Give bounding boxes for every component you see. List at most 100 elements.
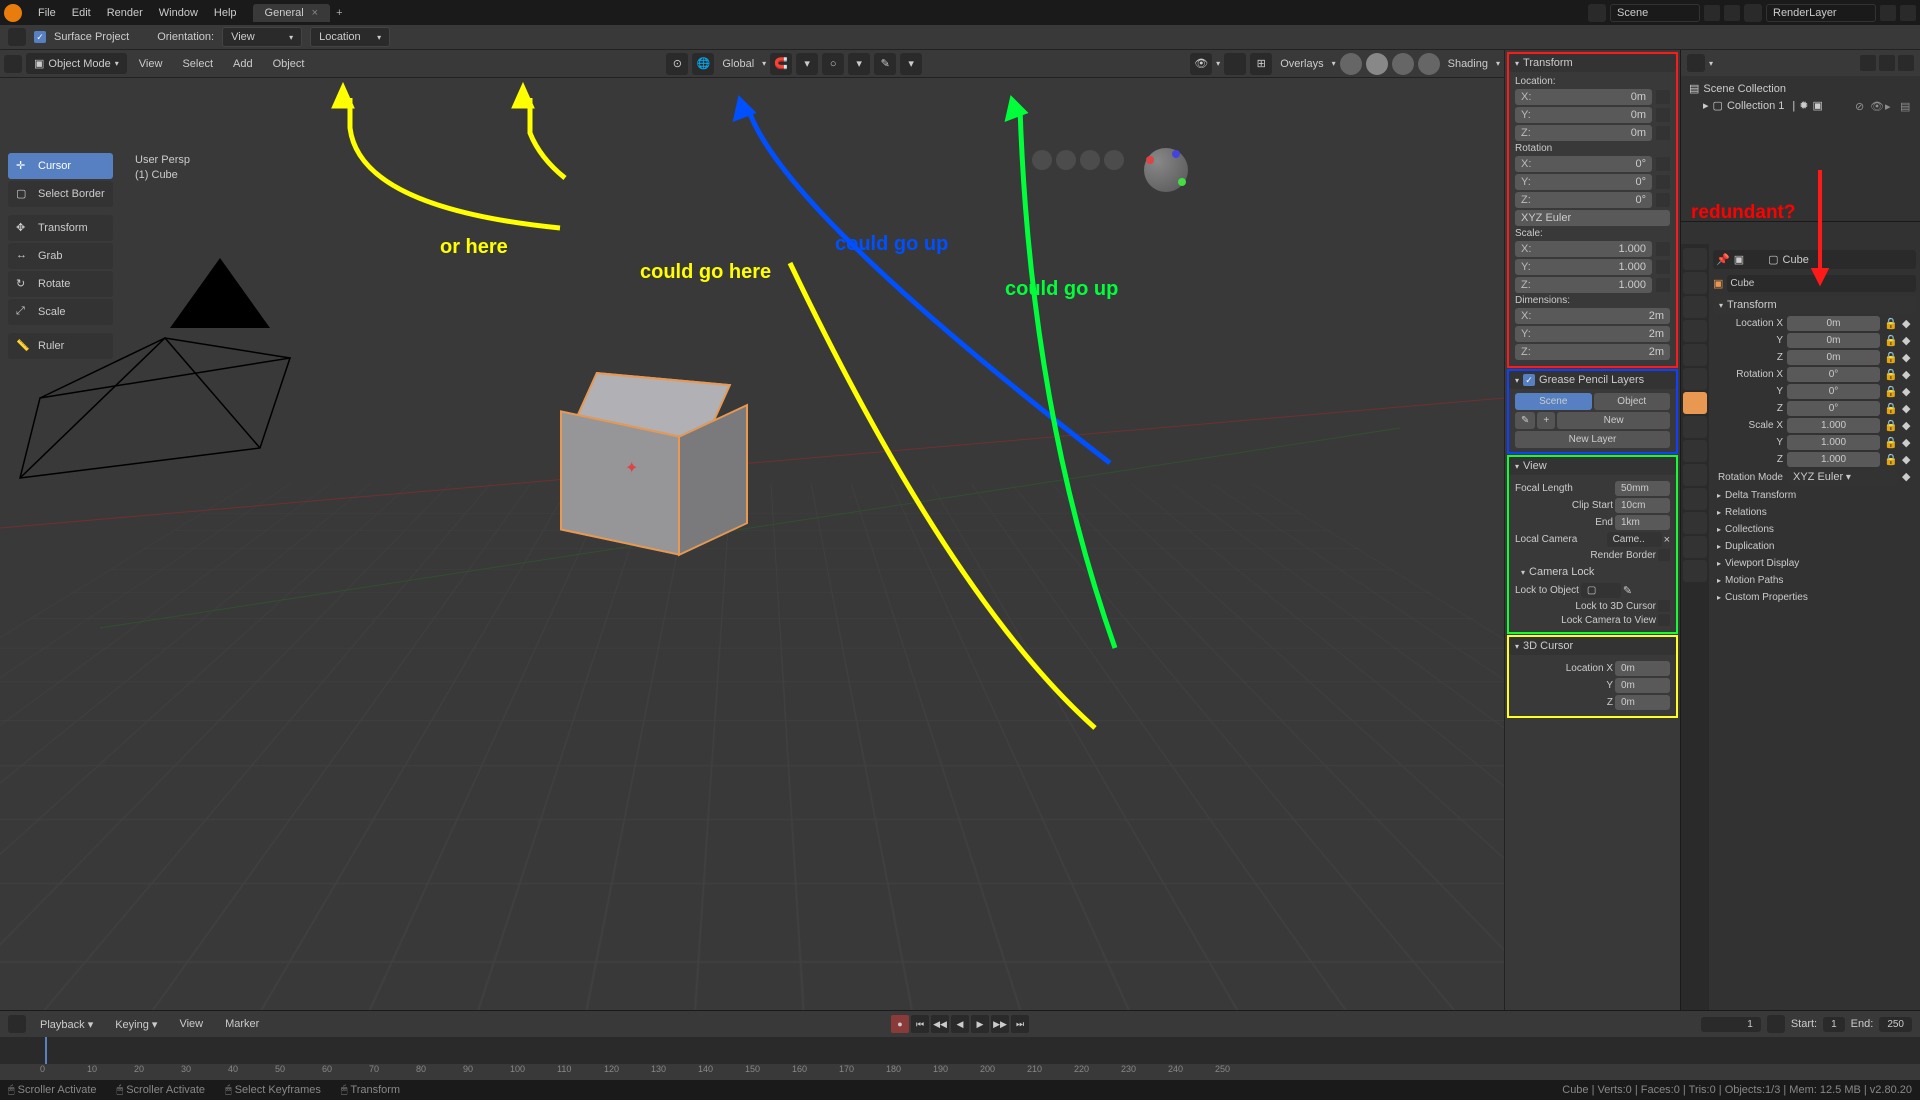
rotation-x[interactable]: X:0° [1515, 156, 1652, 172]
tab-output[interactable] [1683, 272, 1707, 294]
editor-type-icon[interactable] [8, 1015, 26, 1033]
prop-rot-z[interactable]: 0° [1787, 401, 1880, 416]
lock-icon[interactable] [1656, 90, 1670, 104]
grease-panel-header[interactable]: ✓Grease Pencil Layers [1509, 371, 1676, 389]
camera-lock-header[interactable]: Camera Lock [1515, 563, 1670, 581]
tool-rotate[interactable]: ↻Rotate [8, 271, 113, 297]
cursor-panel-header[interactable]: 3D Cursor [1509, 637, 1676, 655]
keyframe-icon[interactable]: ◆ [1902, 334, 1916, 348]
snap-options[interactable]: ▾ [796, 53, 818, 75]
gizmo-move-icon[interactable] [1032, 150, 1052, 170]
lock-cursor-checkbox[interactable] [1658, 600, 1670, 612]
pencil-icon[interactable]: ✎ [1515, 412, 1535, 429]
overlays-toggle[interactable]: ⊞ [1250, 53, 1272, 75]
tool-ruler[interactable]: 📏Ruler [8, 333, 113, 359]
pin-icon[interactable]: 📌 [1716, 253, 1730, 266]
prop-scale-y[interactable]: 1.000 [1787, 435, 1880, 450]
lock-icon[interactable]: 🔒 [1884, 419, 1898, 433]
tab-scene[interactable] [1683, 320, 1707, 342]
tab-constraint[interactable] [1683, 488, 1707, 510]
timeline-view[interactable]: View [171, 1018, 211, 1030]
viewport-menu-object[interactable]: Object [265, 58, 313, 70]
grease-scene-tab[interactable]: Scene [1515, 393, 1592, 410]
grease-object-tab[interactable]: Object [1594, 393, 1671, 410]
autokey-button[interactable]: ● [891, 1015, 909, 1033]
breadcrumb-object[interactable]: Cube [1783, 254, 1809, 266]
outliner-scene-collection[interactable]: ▤ Scene Collection [1685, 80, 1916, 97]
view-panel-header[interactable]: View [1509, 457, 1676, 475]
clear-icon[interactable]: × [1664, 534, 1670, 546]
shading-lookdev[interactable] [1392, 53, 1414, 75]
cursor-y[interactable]: 0m [1615, 678, 1670, 693]
editor-type-icon[interactable] [1687, 54, 1705, 72]
filter-icon[interactable] [1860, 55, 1876, 71]
pivot-icon[interactable]: ⊙ [666, 53, 688, 75]
scene-selector[interactable] [1610, 4, 1700, 22]
delete-scene-button[interactable] [1724, 5, 1740, 21]
tab-viewlayer[interactable] [1683, 296, 1707, 318]
viewport-3d[interactable]: User Persp (1) Cube ✛Cursor ▢Select Bord… [0, 78, 1504, 1010]
lock-icon[interactable] [1656, 278, 1670, 292]
prop-loc-y[interactable]: 0m [1787, 333, 1880, 348]
shading-solid[interactable] [1366, 53, 1388, 75]
jump-start-button[interactable]: ⏮ [911, 1015, 929, 1033]
prev-keyframe-button[interactable]: ◀◀ [931, 1015, 949, 1033]
chevron-down-icon[interactable]: ▾ [1332, 59, 1336, 68]
timeline-marker[interactable]: Marker [217, 1018, 267, 1030]
shading-label[interactable]: Shading [1444, 58, 1492, 70]
lock-icon[interactable] [1656, 126, 1670, 140]
lock-icon[interactable]: 🔒 [1884, 436, 1898, 450]
location-x[interactable]: X:0m [1515, 89, 1652, 105]
scale-x[interactable]: X:1.000 [1515, 241, 1652, 257]
end-frame[interactable]: 250 [1879, 1017, 1912, 1032]
section-collections[interactable]: Collections [1713, 521, 1916, 538]
current-frame[interactable]: 1 [1701, 1017, 1761, 1032]
lock-icon[interactable]: 🔒 [1884, 453, 1898, 467]
rotation-mode-dropdown[interactable]: XYZ Euler ▾ [1787, 469, 1898, 485]
local-camera[interactable]: Came.. [1607, 532, 1662, 547]
new-renderlayer-button[interactable] [1880, 5, 1896, 21]
tab-world[interactable] [1683, 344, 1707, 366]
tool-scale[interactable]: ⤢Scale [8, 299, 113, 325]
tab-texture[interactable] [1683, 560, 1707, 582]
timeline-playback[interactable]: Playback ▾ [32, 1018, 101, 1031]
renderlayer-selector[interactable] [1766, 4, 1876, 22]
proportional-toggle[interactable]: ○ [822, 53, 844, 75]
mode-selector[interactable]: ▣ Object Mode [26, 53, 127, 74]
search-icon[interactable] [1879, 55, 1895, 71]
prop-rot-y[interactable]: 0° [1787, 384, 1880, 399]
section-relations[interactable]: Relations [1713, 504, 1916, 521]
tool-transform[interactable]: ✥Transform [8, 215, 113, 241]
add-layer-button[interactable]: + [1537, 412, 1555, 429]
lock-icon[interactable] [1656, 175, 1670, 189]
shading-wireframe[interactable] [1340, 53, 1362, 75]
disclosure-icon[interactable]: ▸ [1703, 99, 1709, 112]
chevron-down-icon[interactable]: ▾ [762, 59, 766, 68]
timeline-ruler[interactable]: 0102030405060708090100110120130140150160… [0, 1064, 1920, 1080]
keyframe-icon[interactable]: ◆ [1902, 385, 1916, 399]
rotation-y[interactable]: Y:0° [1515, 174, 1652, 190]
gizmo-camera-icon[interactable] [1104, 150, 1124, 170]
start-frame[interactable]: 1 [1823, 1017, 1845, 1032]
cursor-x[interactable]: 0m [1615, 661, 1670, 676]
keyframe-icon[interactable]: ◆ [1902, 402, 1916, 416]
rotation-z[interactable]: Z:0° [1515, 192, 1652, 208]
eyedropper-icon[interactable]: ✎ [1623, 584, 1632, 597]
section-delta-transform[interactable]: Delta Transform [1713, 487, 1916, 504]
object-visibility-icon[interactable]: 👁 [1190, 53, 1212, 75]
grease-new-button[interactable]: New [1557, 412, 1670, 429]
lock-icon[interactable] [1656, 193, 1670, 207]
filter-options-icon[interactable] [1898, 55, 1914, 71]
scale-z[interactable]: Z:1.000 [1515, 277, 1652, 293]
location-y[interactable]: Y:0m [1515, 107, 1652, 123]
clip-end[interactable]: 1km [1615, 515, 1670, 530]
render-border-checkbox[interactable] [1658, 549, 1670, 561]
chevron-down-icon[interactable]: ▾ [1709, 59, 1713, 68]
grease-checkbox[interactable]: ✓ [1523, 374, 1535, 386]
keyframe-icon[interactable]: ◆ [1902, 368, 1916, 382]
clip-start[interactable]: 10cm [1615, 498, 1670, 513]
workspace-tab-general[interactable]: General × [253, 4, 331, 22]
exclude-icon[interactable]: ⊘ [1855, 100, 1867, 112]
gpencil-options[interactable]: ▾ [900, 53, 922, 75]
surface-project-checkbox[interactable]: ✓ [34, 31, 46, 43]
